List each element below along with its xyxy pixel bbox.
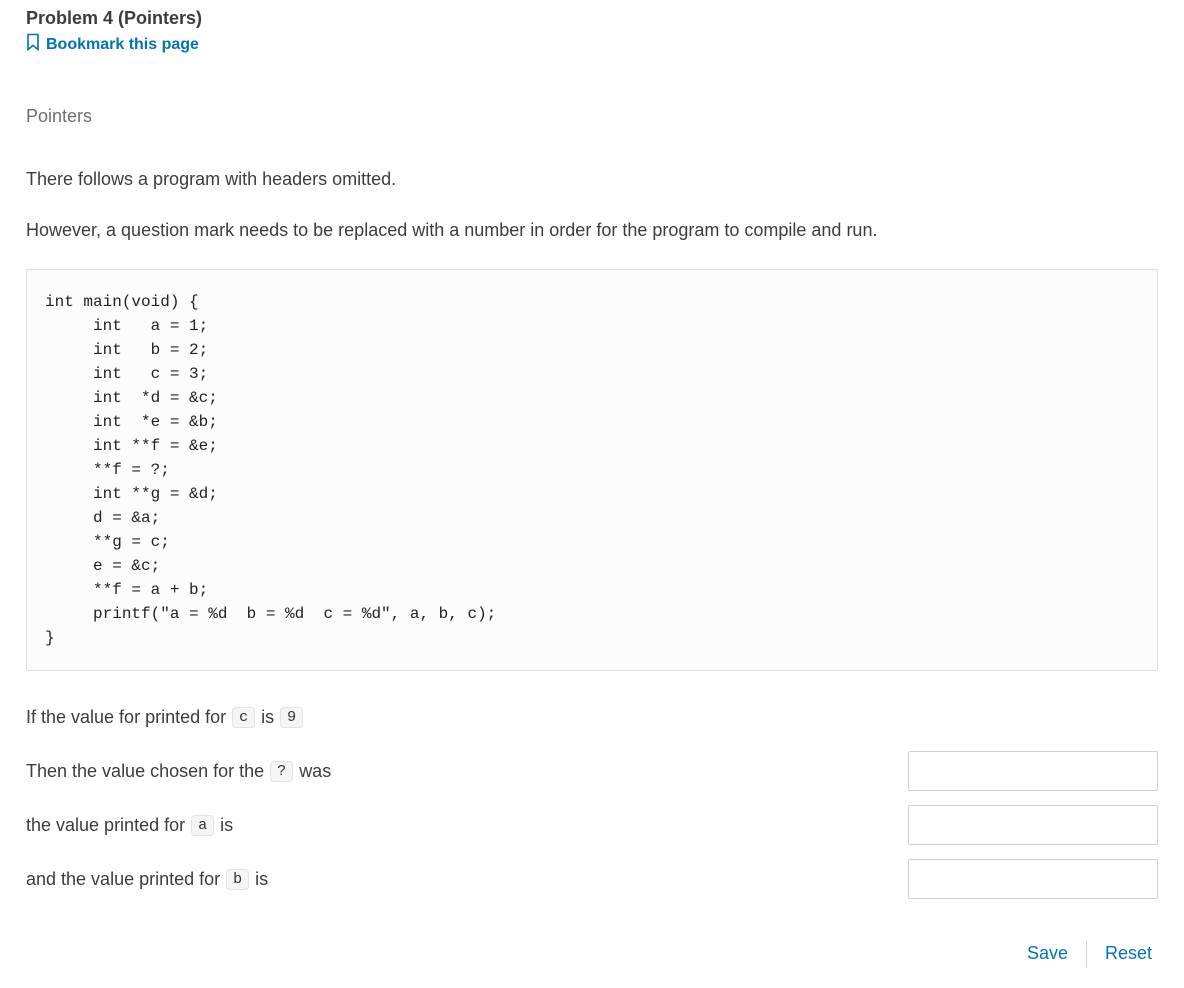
answer-row-c-given: If the value for printed for c is 9 <box>26 693 1158 741</box>
var-pill-c: c <box>232 707 255 728</box>
answer-input-a[interactable] <box>908 805 1158 845</box>
intro-paragraph-2: However, a question mark needs to be rep… <box>26 218 1158 243</box>
answer-row-b: and the value printed for b is <box>26 855 1158 903</box>
bookmark-label: Bookmark this page <box>46 36 199 54</box>
answer-row-qmark: Then the value chosen for the ? was <box>26 747 1158 795</box>
label-text: the value printed for <box>26 815 185 836</box>
label-text: is <box>220 815 233 836</box>
label-text: was <box>299 761 331 782</box>
answer-row-a: the value printed for a is <box>26 801 1158 849</box>
footer-buttons: Save Reset <box>26 939 1158 968</box>
label-text: and the value printed for <box>26 869 220 890</box>
reset-button[interactable]: Reset <box>1099 939 1158 968</box>
code-block: int main(void) { int a = 1; int b = 2; i… <box>26 269 1158 671</box>
var-pill-a: a <box>191 815 214 836</box>
var-pill-qmark: ? <box>270 761 293 782</box>
section-subtitle: Pointers <box>26 106 1158 127</box>
bookmark-link[interactable]: Bookmark this page <box>26 33 199 56</box>
label-text: If the value for printed for <box>26 707 226 728</box>
var-pill-b: b <box>226 869 249 890</box>
label-text: is <box>255 869 268 890</box>
intro-paragraph-1: There follows a program with headers omi… <box>26 167 1158 192</box>
answers-section: If the value for printed for c is 9 Then… <box>26 693 1158 903</box>
bookmark-icon <box>26 33 40 56</box>
answer-input-b[interactable] <box>908 859 1158 899</box>
label-text: is <box>261 707 274 728</box>
answer-input-qmark[interactable] <box>908 751 1158 791</box>
save-button[interactable]: Save <box>1021 939 1074 968</box>
value-pill-9: 9 <box>280 707 303 728</box>
page-title: Problem 4 (Pointers) <box>26 8 1158 29</box>
button-divider <box>1086 941 1087 967</box>
label-text: Then the value chosen for the <box>26 761 264 782</box>
